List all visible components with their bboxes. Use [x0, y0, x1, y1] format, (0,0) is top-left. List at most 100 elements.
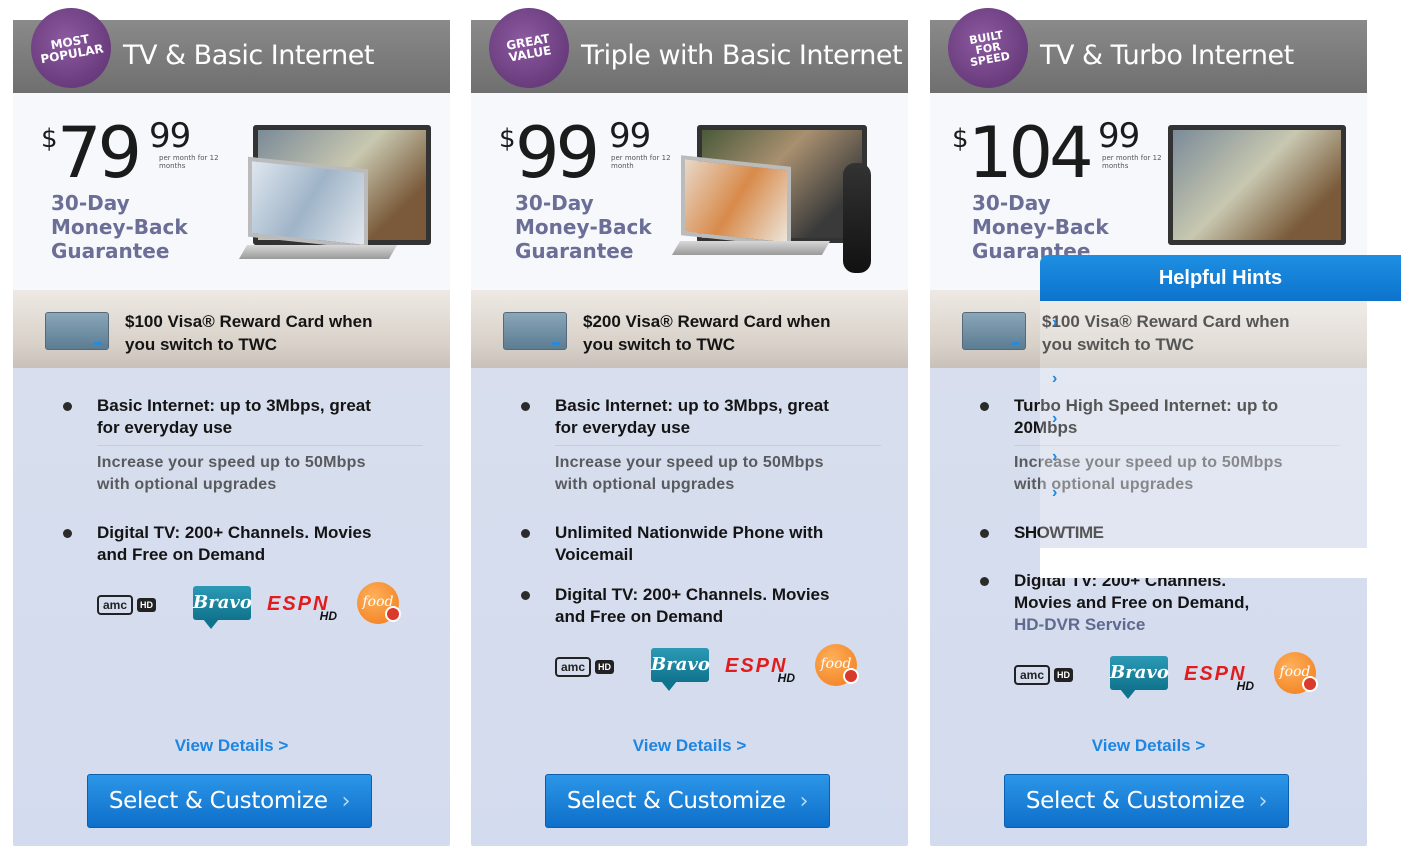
laptop-image — [681, 155, 791, 247]
price-cents: 99 — [1098, 116, 1140, 156]
price-area: $ 99 99 per month for 12 month 30-Day Mo… — [471, 93, 908, 290]
feature-text: Digital TV: 200+ Channels. Movies and Fre… — [555, 585, 830, 626]
plan-title: TV & Basic Internet — [123, 40, 374, 71]
bullet-icon — [521, 591, 530, 600]
amc-hd-logo: amc HD — [555, 656, 631, 678]
select-customize-button[interactable]: Select & Customize › — [87, 774, 372, 828]
feature-text: Unlimited Nationwide Phone with Voicemail — [555, 523, 824, 564]
bullet-icon — [63, 402, 72, 411]
view-details-link[interactable]: View Details > — [471, 736, 908, 756]
reward-line: $100 Visa® Reward Card when — [125, 312, 373, 331]
channel-logos: amc HD Bravo ESPN HD food — [97, 582, 423, 630]
feature-subtext: Increase your speed up to 50Mbps with opt… — [555, 445, 881, 496]
helpful-hints-header[interactable]: Helpful Hints — [1040, 255, 1401, 301]
guarantee-line: Money-Back — [515, 215, 652, 239]
tv-image — [1168, 125, 1346, 245]
plan-title: TV & Turbo Internet — [1040, 40, 1294, 71]
guarantee-line: 30-Day — [51, 191, 130, 215]
chevron-right-icon: › — [1258, 788, 1268, 814]
price-cents: 99 — [149, 116, 191, 156]
bullet-icon — [63, 529, 72, 538]
button-label: Select & Customize — [566, 788, 786, 814]
feature-subtext: Increase your speed up to 50Mbps with opt… — [97, 445, 423, 496]
feature-item: Digital TV: 200+ Channels. Movies and Fre… — [63, 522, 423, 566]
laptop-base-image — [671, 241, 831, 255]
feature-item: Digital TV: 200+ Channels. Movies and Fre… — [980, 570, 1340, 636]
helpful-hints-panel-footer — [1040, 548, 1401, 578]
button-label: Select & Customize — [1025, 788, 1245, 814]
select-customize-button[interactable]: Select & Customize › — [545, 774, 830, 828]
food-network-logo: food — [1274, 652, 1318, 694]
price-dollar: $ — [499, 124, 516, 154]
price-amount: 79 — [57, 112, 142, 194]
price-area: $ 79 99 per month for 12 months 30-Day M… — [13, 93, 450, 290]
espn-hd-logo: ESPN HD — [267, 593, 337, 623]
reward-banner: $200 Visa® Reward Card when you switch t… — [471, 290, 908, 368]
helpful-hints-panel — [1040, 301, 1401, 578]
hint-arrow-icon[interactable]: › — [1052, 484, 1057, 502]
bravo-logo: Bravo — [651, 648, 710, 691]
guarantee-line: Guarantee — [51, 239, 170, 263]
feature-item: Digital TV: 200+ Channels. Movies and Fre… — [521, 584, 881, 628]
reward-banner: $100 Visa® Reward Card when you switch t… — [13, 290, 450, 368]
view-details-link[interactable]: View Details > — [13, 736, 450, 756]
reward-card-icon — [45, 312, 109, 350]
reward-text: $200 Visa® Reward Card when you switch t… — [583, 310, 831, 356]
reward-card-icon — [503, 312, 567, 350]
price-amount: 99 — [515, 112, 600, 194]
hint-arrow-icon[interactable]: › — [1052, 314, 1057, 332]
price-amount: 104 — [968, 112, 1094, 194]
amc-hd-logo: amc HD — [1014, 664, 1090, 686]
reward-card-icon — [962, 312, 1026, 350]
guarantee-line: 30-Day — [515, 191, 594, 215]
feature-text: Basic Internet: up to 3Mbps, great for ev… — [555, 396, 829, 437]
plan-title: Triple with Basic Internet — [581, 40, 903, 71]
plan-card-triple-basic-internet: Triple with Basic Internet GREAT VALUE $ … — [471, 1, 908, 846]
food-network-logo: food — [815, 644, 859, 686]
feature-text: Basic Internet: up to 3Mbps, great for ev… — [97, 396, 371, 437]
phone-image — [843, 163, 871, 273]
guarantee-line: 30-Day — [972, 191, 1051, 215]
bravo-logo: Bravo — [193, 586, 252, 629]
chevron-right-icon: › — [341, 788, 351, 814]
hint-arrow-icon[interactable]: › — [1052, 370, 1057, 388]
bullet-icon — [980, 402, 989, 411]
bullet-icon — [521, 529, 530, 538]
plan-card-tv-basic-internet: TV & Basic Internet MOST POPULAR $ 79 99 … — [13, 1, 450, 846]
price-term: per month for 12 months — [159, 154, 219, 170]
laptop-image — [248, 156, 368, 250]
reward-line: you switch to TWC — [583, 335, 736, 354]
price-cents: 99 — [609, 116, 651, 156]
reward-line: $200 Visa® Reward Card when — [583, 312, 831, 331]
price-term: per month for 12 months — [1102, 154, 1162, 170]
espn-hd-logo: ESPN HD — [725, 655, 795, 685]
view-details-link[interactable]: View Details > — [930, 736, 1367, 756]
bullet-icon — [521, 402, 530, 411]
feature-item: Unlimited Nationwide Phone with Voicemail — [521, 522, 881, 566]
money-back-guarantee: 30-Day Money-Back Guarantee — [515, 191, 652, 263]
chevron-right-icon: › — [799, 788, 809, 814]
amc-hd-logo: amc HD — [97, 594, 173, 616]
select-customize-button[interactable]: Select & Customize › — [1004, 774, 1289, 828]
feature-text: Digital TV: 200+ Channels. Movies and Fre… — [1014, 571, 1250, 634]
feature-item: Basic Internet: up to 3Mbps, great for ev… — [63, 395, 423, 496]
bravo-logo: Bravo — [1110, 656, 1169, 699]
hint-arrow-icon[interactable]: › — [1052, 410, 1057, 428]
espn-hd-logo: ESPN HD — [1184, 663, 1254, 693]
price-term: per month for 12 month — [611, 154, 671, 170]
price-dollar: $ — [952, 124, 969, 154]
guarantee-line: Money-Back — [972, 215, 1109, 239]
reward-line: you switch to TWC — [125, 335, 278, 354]
feature-text: Digital TV: 200+ Channels. Movies and Fre… — [97, 523, 372, 564]
money-back-guarantee: 30-Day Money-Back Guarantee — [51, 191, 188, 263]
button-label: Select & Customize — [108, 788, 328, 814]
bullet-icon — [980, 529, 989, 538]
hint-arrow-icon[interactable]: › — [1052, 448, 1057, 466]
laptop-base-image — [238, 245, 398, 259]
price-dollar: $ — [41, 124, 58, 154]
feature-list: Basic Internet: up to 3Mbps, great for ev… — [521, 395, 881, 702]
channel-logos: amc HD Bravo ESPN HD food — [555, 644, 881, 692]
guarantee-line: Money-Back — [51, 215, 188, 239]
feature-item: Basic Internet: up to 3Mbps, great for ev… — [521, 395, 881, 496]
food-network-logo: food — [357, 582, 401, 624]
